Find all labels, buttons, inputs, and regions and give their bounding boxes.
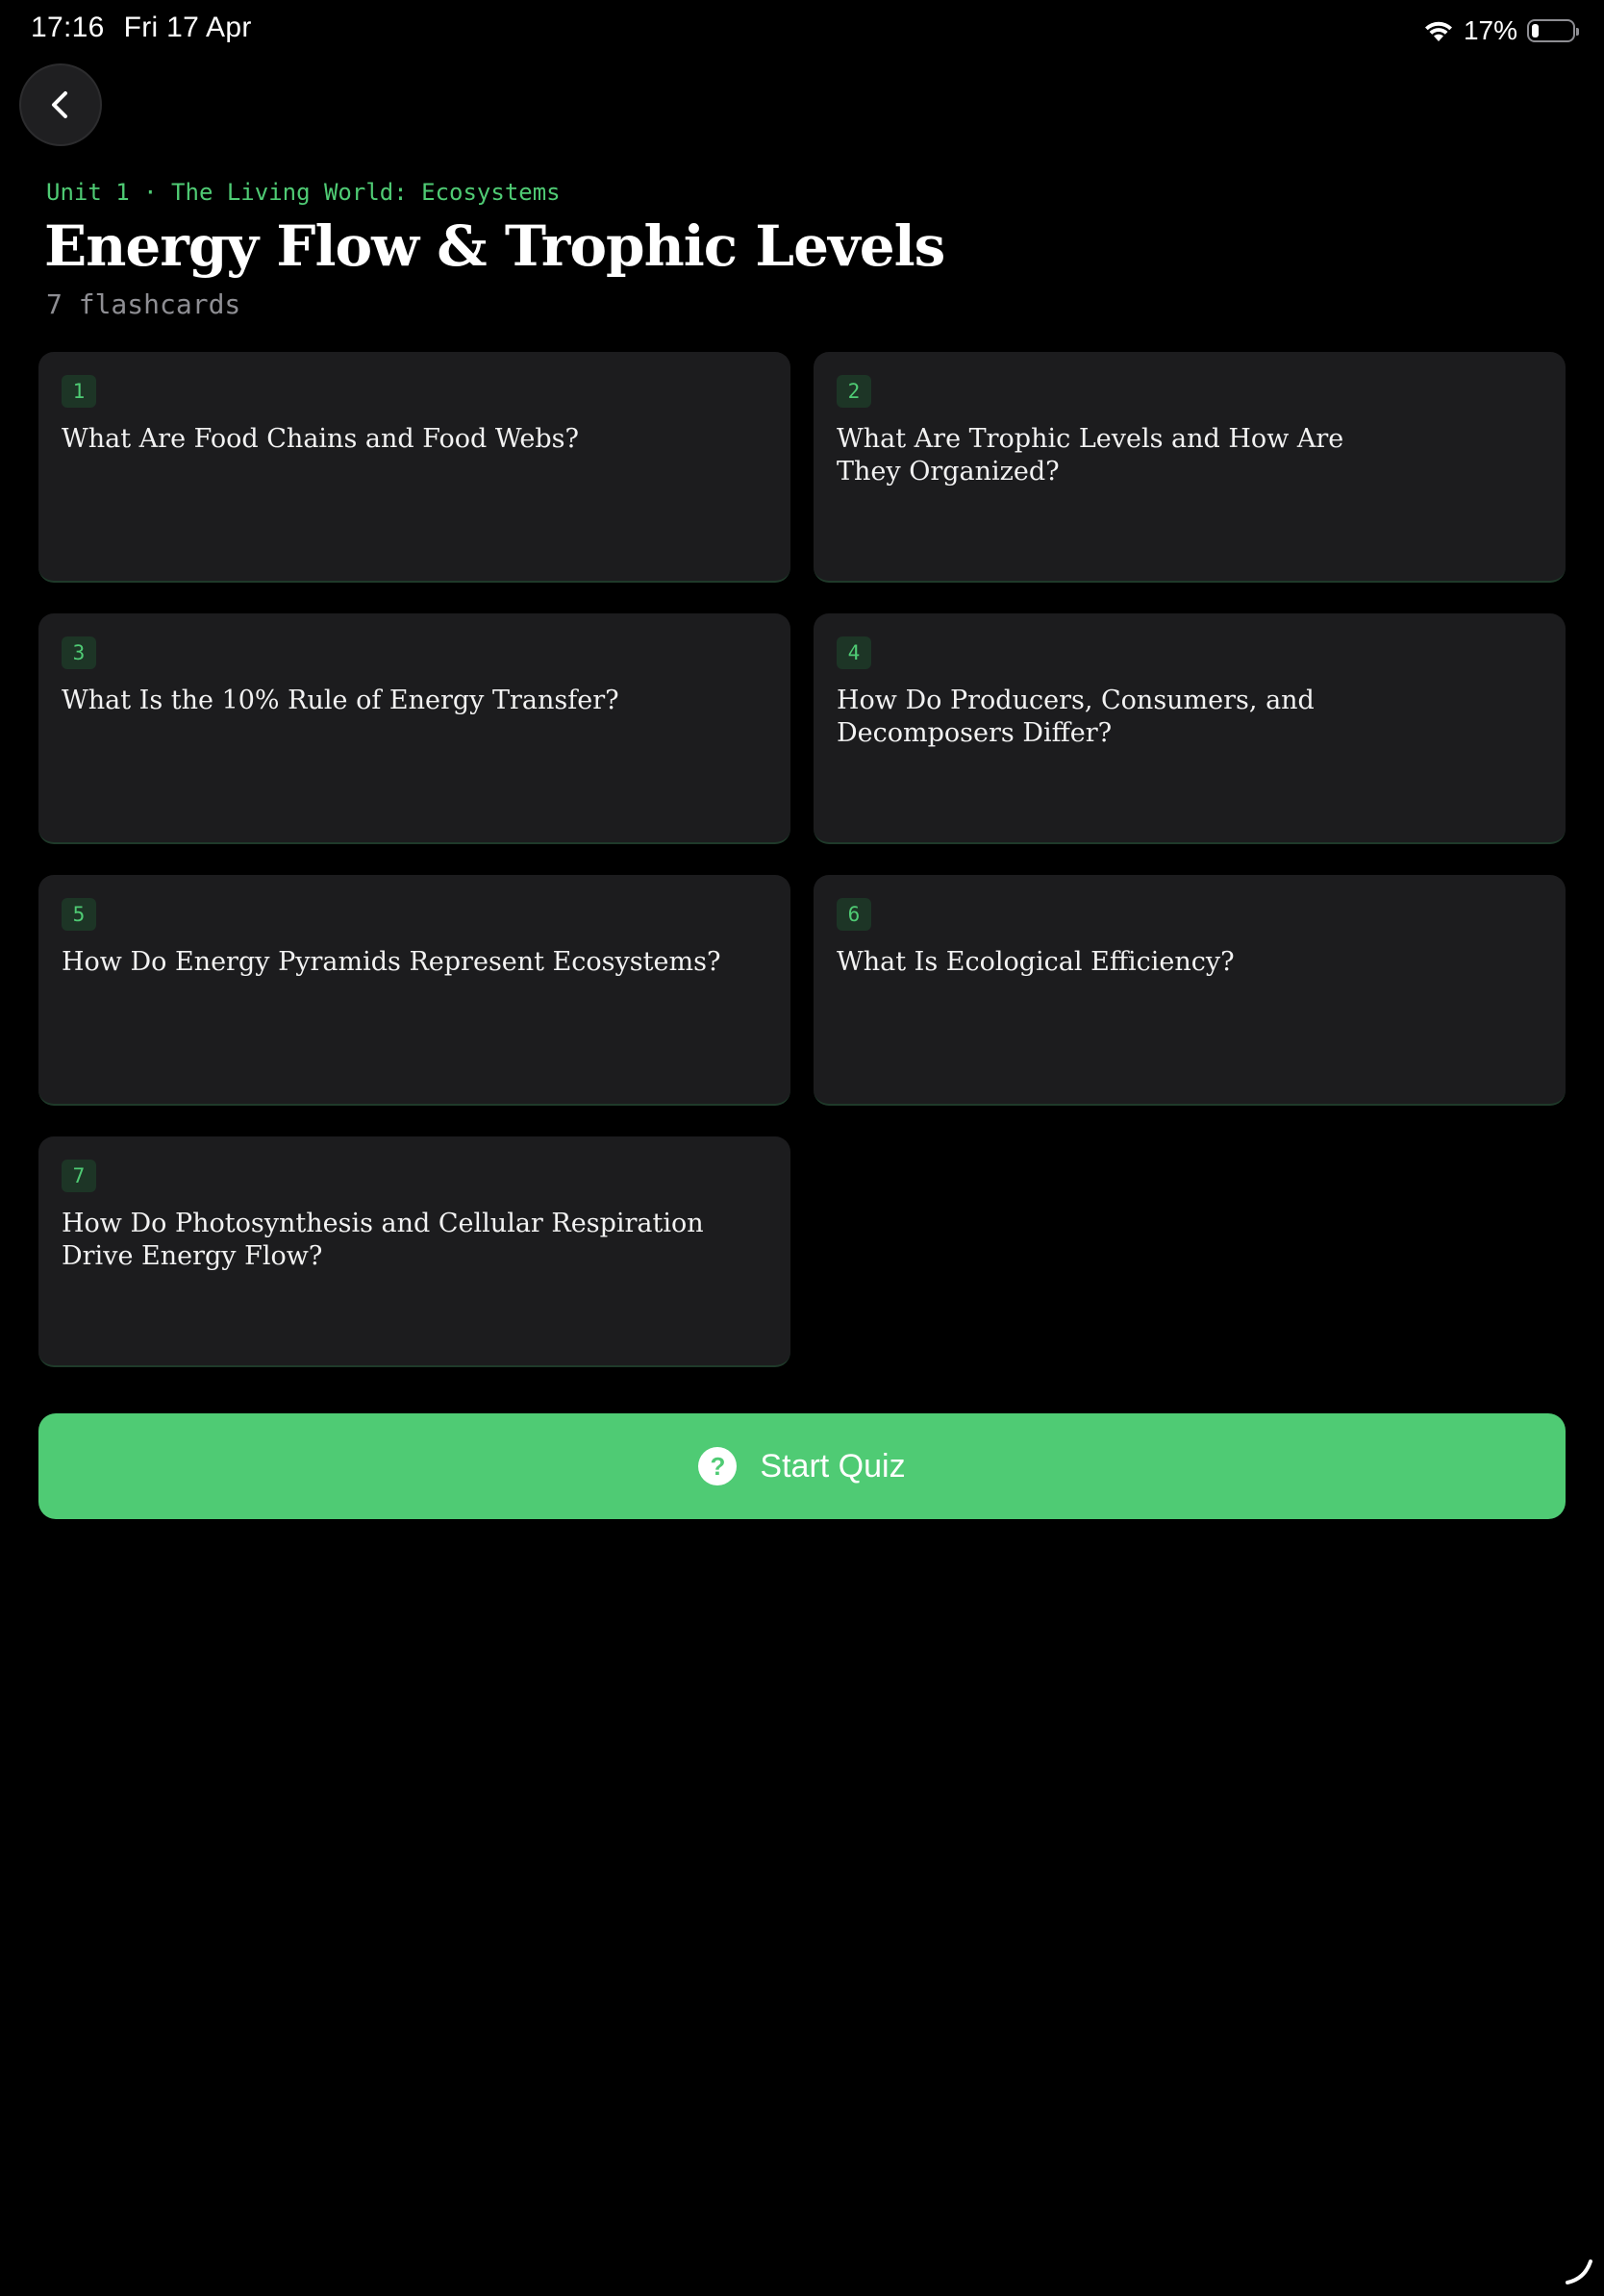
chevron-left-icon	[52, 91, 67, 118]
flashcard-deck-screen: 17:16 Fri 17 Apr 17% Unit 1 · The Living …	[0, 0, 1604, 2296]
battery-percentage: 17%	[1463, 15, 1517, 45]
flashcard-number: 1	[62, 375, 96, 408]
flashcard-count: 7 flashcards	[46, 288, 241, 320]
battery-level	[1532, 24, 1539, 37]
flashcard-number: 5	[62, 898, 96, 931]
flashcard[interactable]: 6 What Is Ecological Efficiency?	[814, 875, 1566, 1106]
flashcard[interactable]: 3 What Is the 10% Rule of Energy Transfe…	[38, 613, 790, 844]
status-clock: 17:16	[31, 12, 105, 43]
flashcard-number: 4	[837, 636, 871, 669]
flashcard-grid: 1 What Are Food Chains and Food Webs? 2 …	[38, 352, 1566, 1367]
status-time: 17:16 Fri 17 Apr	[31, 12, 252, 44]
flashcard-title: How Do Producers, Consumers, and Decompo…	[837, 686, 1315, 748]
status-bar: 17:16 Fri 17 Apr 17%	[0, 0, 1604, 60]
flashcard-number: 6	[837, 898, 871, 931]
flashcard-number: 3	[62, 636, 96, 669]
page-title: Energy Flow & Trophic Levels	[44, 213, 945, 279]
flashcard-title: What Is the 10% Rule of Energy Transfer?	[62, 686, 619, 715]
flashcard-title: How Do Photosynthesis and Cellular Respi…	[62, 1209, 704, 1271]
flashcard[interactable]: 5 How Do Energy Pyramids Represent Ecosy…	[38, 875, 790, 1106]
back-button[interactable]	[19, 63, 102, 146]
flashcard-title: How Do Energy Pyramids Represent Ecosyst…	[62, 947, 721, 977]
flashcard[interactable]: 7 How Do Photosynthesis and Cellular Res…	[38, 1136, 790, 1367]
flashcard-number: 2	[837, 375, 871, 408]
status-indicators: 17%	[1423, 13, 1579, 48]
flashcard[interactable]: 2 What Are Trophic Levels and How Are Th…	[814, 352, 1566, 583]
wifi-icon	[1424, 21, 1452, 41]
flashcard[interactable]: 4 How Do Producers, Consumers, and Decom…	[814, 613, 1566, 844]
question-circle-icon: ?	[698, 1447, 738, 1485]
unit-label: Unit 1 · The Living World: Ecosystems	[46, 179, 561, 206]
flashcard-title: What Are Food Chains and Food Webs?	[62, 424, 580, 454]
status-date: Fri 17 Apr	[123, 12, 252, 43]
battery-icon	[1527, 19, 1579, 42]
start-quiz-button[interactable]: ? Start Quiz	[38, 1413, 1566, 1519]
flashcard-title: What Are Trophic Levels and How Are They…	[837, 424, 1344, 487]
battery-tip	[1576, 28, 1579, 36]
resize-handle-icon	[1566, 2259, 1592, 2284]
flashcard[interactable]: 1 What Are Food Chains and Food Webs?	[38, 352, 790, 583]
start-quiz-label: Start Quiz	[760, 1447, 906, 1485]
flashcard-title: What Is Ecological Efficiency?	[837, 947, 1235, 977]
flashcard-number: 7	[62, 1160, 96, 1192]
